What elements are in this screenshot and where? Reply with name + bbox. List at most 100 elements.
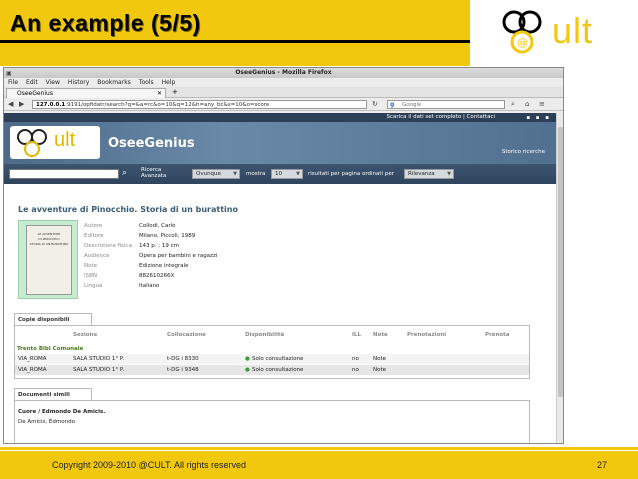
scrollbar-thumb[interactable] bbox=[558, 127, 563, 397]
cell: no bbox=[352, 356, 359, 362]
cell: Solo consultazione bbox=[252, 356, 304, 362]
slide-header: An example (5/5) @ ult bbox=[0, 0, 638, 66]
new-tab-icon[interactable]: + bbox=[172, 88, 178, 96]
cell: SALA STUDIO 1° P. bbox=[73, 356, 125, 362]
page-number: 27 bbox=[597, 460, 608, 470]
detail-row: Audience Opera per bambini e ragazzi bbox=[84, 251, 217, 261]
vertical-scrollbar[interactable] bbox=[556, 113, 563, 443]
tab-close-icon[interactable]: ✕ bbox=[157, 89, 162, 98]
book-details: Autore Collodi, Carlo Editore Milano, Picc… bbox=[84, 221, 217, 291]
menu-icon[interactable]: ≡ bbox=[539, 100, 545, 108]
query-input[interactable] bbox=[9, 169, 119, 179]
back-icon[interactable]: ◀ bbox=[8, 100, 13, 108]
col-header: Disponibilità bbox=[245, 332, 285, 338]
site-name: OseeGenius bbox=[108, 136, 195, 151]
note-link[interactable]: Note bbox=[373, 354, 386, 364]
detail-row: Descrizione fisica 143 p. ; 19 cm bbox=[84, 241, 217, 251]
window-menu-icon[interactable]: ▣ bbox=[6, 69, 12, 79]
menu-bookmarks[interactable]: Bookmarks bbox=[97, 78, 131, 87]
tab-label: OseeGenius bbox=[17, 90, 53, 97]
order-value: Rilevanza bbox=[408, 171, 435, 177]
cell: VIA_ROMA bbox=[18, 367, 47, 373]
menu-history[interactable]: History bbox=[68, 78, 89, 87]
cell: SALA STUDIO 1° P. bbox=[73, 367, 125, 373]
navigation-bar: ◀ ▶ 127.0.0.1:9191/opfidatr/search?q=&a=… bbox=[4, 98, 563, 111]
col-header: Collocazione bbox=[167, 332, 206, 338]
col-header: Prenotazioni bbox=[407, 332, 447, 338]
browser-search-field[interactable]: g Google bbox=[387, 100, 505, 109]
chevron-down-icon: ▼ bbox=[233, 171, 237, 177]
search-icon[interactable]: ⌕ bbox=[122, 168, 127, 178]
menu-file[interactable]: File bbox=[8, 78, 18, 87]
cell: t-DG i 9348 bbox=[167, 367, 199, 373]
header-divider bbox=[0, 40, 470, 43]
menu-edit[interactable]: Edit bbox=[26, 78, 38, 87]
detail-row: Lingua Italiano bbox=[84, 281, 217, 291]
menu-bar: File Edit View History Bookmarks Tools H… bbox=[4, 78, 563, 87]
site-logo[interactable]: ult bbox=[10, 126, 100, 159]
chevron-down-icon: ▼ bbox=[296, 171, 300, 177]
search-icon[interactable]: ⌕ bbox=[511, 100, 515, 109]
search-history-link[interactable]: Storico ricerche bbox=[502, 149, 545, 155]
order-select[interactable]: Rilevanza ▼ bbox=[404, 169, 454, 179]
footer-divider bbox=[0, 450, 638, 451]
col-header: Note bbox=[373, 332, 388, 338]
similar-title[interactable]: Cuore / Edmondo De Amicis. bbox=[18, 409, 105, 415]
svg-text:@: @ bbox=[517, 36, 528, 49]
col-header: ILL bbox=[352, 332, 362, 338]
note-link[interactable]: Note bbox=[373, 365, 386, 375]
scope-select[interactable]: Ovunque ▼ bbox=[192, 169, 240, 179]
menu-help[interactable]: Help bbox=[162, 78, 176, 87]
col-header: Sezione bbox=[73, 332, 98, 338]
menu-view[interactable]: View bbox=[46, 78, 60, 87]
copyright-text: Copyright 2009-2010 @CULT. All rights re… bbox=[52, 460, 247, 470]
reload-icon[interactable]: ↻ bbox=[372, 100, 378, 108]
detail-key: ISBN bbox=[84, 273, 98, 279]
detail-key: Audience bbox=[84, 253, 110, 259]
detail-value: Opera per bambini e ragazzi bbox=[139, 253, 218, 259]
cult-logo-text: ult bbox=[552, 10, 594, 51]
cult-logo-icon: @ bbox=[502, 10, 542, 54]
available-dot-icon: ● bbox=[245, 356, 250, 362]
top-links[interactable]: Scarica il dati set completo | Contattac… bbox=[386, 113, 495, 122]
page-viewport: Scarica il dati set completo | Contattac… bbox=[4, 113, 557, 443]
cover-line: STORIA DI UN BURATTINO bbox=[29, 242, 69, 246]
cell: Solo consultazione bbox=[252, 367, 304, 373]
cell: VIA_ROMA bbox=[18, 356, 47, 362]
detail-key: Lingua bbox=[84, 283, 103, 289]
slide-title: An example (5/5) bbox=[10, 10, 201, 36]
detail-row: Note Edizione integrale bbox=[84, 261, 217, 271]
slide: An example (5/5) @ ult ▣ OseeGenius - Mo… bbox=[0, 0, 638, 479]
available-dot-icon: ● bbox=[245, 367, 250, 373]
per-page-select[interactable]: 10 ▼ bbox=[271, 169, 303, 179]
advanced-search-line2: Avanzata bbox=[141, 173, 167, 179]
detail-value: 882610266X bbox=[139, 273, 175, 279]
copies-header: Sezione Collocazione Disponibilità ILL N… bbox=[15, 332, 529, 340]
search-engine-label: Google bbox=[402, 102, 422, 108]
slide-footer: Copyright 2009-2010 @CULT. All rights re… bbox=[0, 447, 638, 479]
site-logo-icon bbox=[17, 129, 47, 157]
detail-row: Autore Collodi, Carlo bbox=[84, 221, 217, 231]
col-header: Prenota bbox=[485, 332, 510, 338]
detail-key: Descrizione fisica bbox=[84, 243, 132, 249]
menu-tools[interactable]: Tools bbox=[139, 78, 154, 87]
similar-panel: Cuore / Edmondo De Amicis. De Amicis, Ed… bbox=[14, 400, 530, 443]
book-cover-image[interactable]: LE AVVENTURE DI PINOCCHIO STORIA DI UN B… bbox=[18, 220, 78, 299]
window-titlebar: ▣ OseeGenius - Mozilla Firefox bbox=[4, 68, 563, 78]
book-title[interactable]: Le avventure di Pinocchio. Storia di un … bbox=[18, 205, 238, 214]
advanced-search-link[interactable]: Ricerca Avanzata bbox=[141, 167, 166, 179]
url-host: 127.0.0.1 bbox=[36, 102, 66, 108]
home-icon[interactable]: ⌂ bbox=[525, 100, 529, 108]
detail-key: Note bbox=[84, 263, 98, 269]
site-top-strip: Scarica il dati set completo | Contattac… bbox=[4, 113, 557, 122]
google-icon: g bbox=[390, 101, 395, 108]
site-logo-text: ult bbox=[54, 129, 76, 151]
detail-key: Editore bbox=[84, 233, 104, 239]
tab-oseegenius[interactable]: OseeGenius ✕ bbox=[6, 88, 166, 98]
url-bar[interactable]: 127.0.0.1:9191/opfidatr/search?q=&a=rc&o… bbox=[32, 100, 367, 109]
similar-author: De Amicis, Edmondo bbox=[18, 419, 75, 425]
forward-icon[interactable]: ▶ bbox=[19, 100, 24, 108]
url-path: :9191/opfidatr/search?q=&a=rc&o=10&q=12&… bbox=[65, 102, 270, 108]
cult-logo: @ ult bbox=[470, 0, 638, 66]
detail-value[interactable]: Collodi, Carlo bbox=[139, 221, 176, 231]
